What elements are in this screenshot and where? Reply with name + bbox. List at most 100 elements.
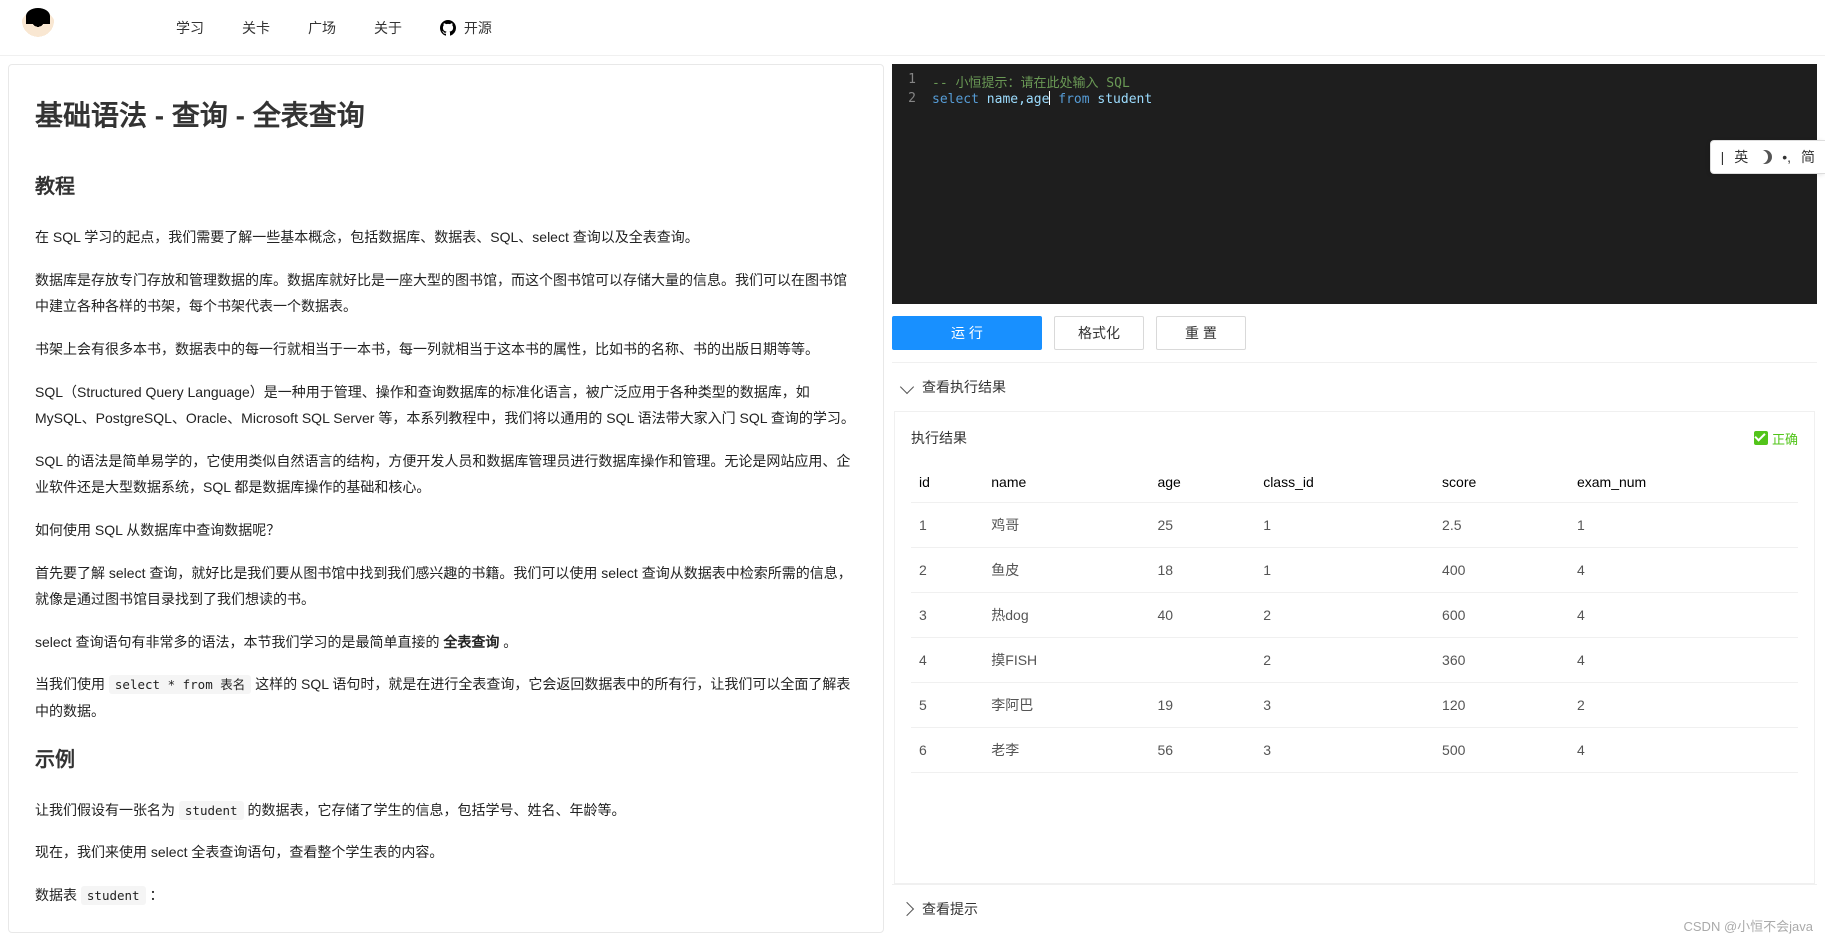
ident-list: name,age <box>979 92 1049 107</box>
cell: 李阿巴 <box>983 683 1149 728</box>
para: 让我们假设有一张名为 student 的数据表，它存储了学生的信息，包括学号、姓… <box>35 797 857 824</box>
result-title: 执行结果 <box>911 428 967 448</box>
chevron-right-icon <box>900 902 914 916</box>
ime-lang[interactable]: 英 <box>1734 147 1748 167</box>
cell: 40 <box>1149 593 1255 638</box>
text: ： <box>149 887 163 903</box>
cell: 3 <box>1255 683 1434 728</box>
cell: 4 <box>1569 593 1798 638</box>
top-header: 学习 关卡 广场 关于 开源 <box>0 0 1825 56</box>
ident-table: student <box>1097 92 1152 107</box>
para: select 查询语句有非常多的语法，本节我们学习的是最简单直接的 全表查询 。 <box>35 629 857 656</box>
heading-tutorial: 教程 <box>35 168 857 206</box>
cell: 2 <box>1569 683 1798 728</box>
cell: 4 <box>1569 638 1798 683</box>
col-age: age <box>1149 462 1255 503</box>
text: select 查询语句有非常多的语法，本节我们学习的是最简单直接的 <box>35 634 443 650</box>
top-nav: 学习 关卡 广场 关于 开源 <box>176 18 492 38</box>
table-row: 3热dog4026004 <box>911 593 1798 638</box>
table-row: 4摸FISH23604 <box>911 638 1798 683</box>
cell: 1 <box>1569 503 1798 548</box>
para: 如何使用 SQL 从数据库中查询数据呢？ <box>35 517 857 544</box>
comment-prefix: -- <box>932 76 955 91</box>
cell: 56 <box>1149 728 1255 773</box>
table-row: 1鸡哥2512.51 <box>911 503 1798 548</box>
collapse-result-header[interactable]: 查看执行结果 <box>892 362 1817 411</box>
collapse-hint-header[interactable]: 查看提示 <box>892 884 1817 933</box>
code-student-2: student <box>81 886 146 905</box>
cell: 4 <box>1569 728 1798 773</box>
cell: 18 <box>1149 548 1255 593</box>
ime-simp[interactable]: 简 <box>1801 147 1815 167</box>
cell: 3 <box>911 593 983 638</box>
moon-icon[interactable] <box>1758 150 1772 164</box>
col-score: score <box>1434 462 1569 503</box>
cell: 3 <box>1255 728 1434 773</box>
avatar[interactable] <box>20 10 56 46</box>
cell <box>1149 638 1255 683</box>
cell: 1 <box>1255 548 1434 593</box>
cell: 400 <box>1434 548 1569 593</box>
table-row: 2鱼皮1814004 <box>911 548 1798 593</box>
cell: 鱼皮 <box>983 548 1149 593</box>
code-select-from: select * from 表名 <box>109 675 251 694</box>
status-badge-correct: 正确 <box>1754 429 1798 448</box>
para: 书架上会有很多本书，数据表中的每一行就相当于一本书，每一列就相当于这本书的属性，… <box>35 336 857 363</box>
sql-editor[interactable]: 1 -- 小恒提示：请在此处输入 SQL 2 select name,age f… <box>892 64 1817 304</box>
nav-square[interactable]: 广场 <box>308 18 336 38</box>
nav-study[interactable]: 学习 <box>176 18 204 38</box>
cell: 2 <box>911 548 983 593</box>
para: 首先要了解 select 查询，就好比是我们要从图书馆中找到我们感兴趣的书籍。我… <box>35 560 857 613</box>
table-row: 5李阿巴1931202 <box>911 683 1798 728</box>
ime-cursor-icon: | <box>1721 149 1725 165</box>
text: 的数据表，它存储了学生的信息，包括学号、姓名、年龄等。 <box>247 802 625 818</box>
ime-toolbar[interactable]: | 英 •, 简 <box>1710 140 1825 174</box>
cell: 6 <box>911 728 983 773</box>
text: 当我们使用 <box>35 676 109 692</box>
check-icon <box>1754 431 1768 445</box>
para: SQL（Structured Query Language）是一种用于管理、操作… <box>35 379 857 432</box>
kw-select: select <box>932 92 979 107</box>
cell: 600 <box>1434 593 1569 638</box>
code-student: student <box>179 801 244 820</box>
col-name: name <box>983 462 1149 503</box>
table-row: 6老李5635004 <box>911 728 1798 773</box>
cell: 1 <box>911 503 983 548</box>
para: 数据表 student ： <box>35 882 857 909</box>
cell: 120 <box>1434 683 1569 728</box>
cell: 500 <box>1434 728 1569 773</box>
nav-about[interactable]: 关于 <box>374 18 402 38</box>
page-title: 基础语法 - 查询 - 全表查询 <box>35 89 857 142</box>
heading-example: 示例 <box>35 741 857 779</box>
cell: 25 <box>1149 503 1255 548</box>
reset-button[interactable]: 重 置 <box>1156 316 1246 350</box>
run-button[interactable]: 运 行 <box>892 316 1042 350</box>
cell: 1 <box>1255 503 1434 548</box>
text: 让我们假设有一张名为 <box>35 802 179 818</box>
para: 当我们使用 select * from 表名 这样的 SQL 语句时，就是在进行… <box>35 671 857 724</box>
line-number: 1 <box>892 72 932 91</box>
nav-opensource-label: 开源 <box>464 20 492 36</box>
line-number: 2 <box>892 91 932 107</box>
collapse-hint-label: 查看提示 <box>922 899 978 919</box>
col-class_id: class_id <box>1255 462 1434 503</box>
article: 基础语法 - 查询 - 全表查询 教程 在 SQL 学习的起点，我们需要了解一些… <box>9 65 883 933</box>
cell: 2 <box>1255 638 1434 683</box>
cell: 4 <box>911 638 983 683</box>
ime-punct[interactable]: •, <box>1782 149 1791 165</box>
nav-opensource[interactable]: 开源 <box>440 18 492 38</box>
github-icon <box>440 20 456 36</box>
text: 。 <box>503 634 517 650</box>
para: 现在，我们来使用 select 全表查询语句，查看整个学生表的内容。 <box>35 839 857 866</box>
format-button[interactable]: 格式化 <box>1054 316 1144 350</box>
nav-levels[interactable]: 关卡 <box>242 18 270 38</box>
para: SQL 的语法是简单易学的，它使用类似自然语言的结构，方便开发人员和数据库管理员… <box>35 448 857 501</box>
cell: 热dog <box>983 593 1149 638</box>
cell: 360 <box>1434 638 1569 683</box>
result-table: idnameageclass_idscoreexam_num 1鸡哥2512.5… <box>911 462 1798 773</box>
status-text: 正确 <box>1772 429 1798 448</box>
kw-from: from <box>1050 92 1097 107</box>
tutorial-panel[interactable]: 基础语法 - 查询 - 全表查询 教程 在 SQL 学习的起点，我们需要了解一些… <box>8 64 884 933</box>
cell: 老李 <box>983 728 1149 773</box>
cell: 摸FISH <box>983 638 1149 683</box>
